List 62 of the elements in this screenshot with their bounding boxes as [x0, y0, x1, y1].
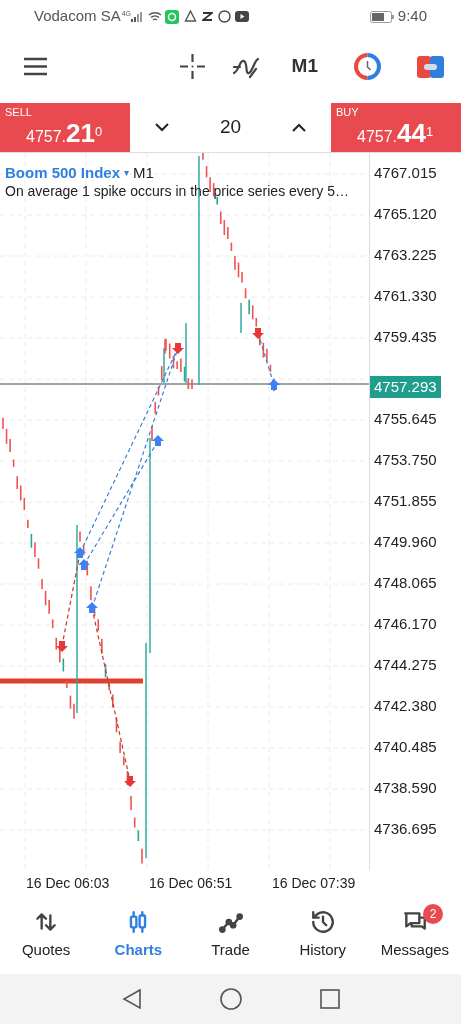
price-axis-label: 4755.645 [374, 409, 437, 430]
signal-icon [131, 11, 144, 22]
buy-arrow-icon [86, 602, 98, 613]
clock-time: 9:40 [397, 6, 427, 27]
unread-badge: 2 [423, 904, 443, 924]
nav-tab[interactable]: Messages 2 [368, 896, 461, 974]
back-icon[interactable] [121, 988, 142, 1010]
price-axis-label: 4767.015 [374, 163, 437, 184]
battery-icon [369, 10, 394, 23]
caret-icon[interactable]: ▾ [124, 163, 130, 182]
timeframe-button[interactable]: M1 [291, 52, 318, 81]
sell-arrow-icon [252, 328, 264, 339]
price-axis-label: 4753.750 [374, 450, 437, 471]
toggle-icon[interactable] [417, 55, 444, 78]
sell-price: 4757.21$^{0}$ [25, 118, 104, 150]
sell-arrow-icon [172, 343, 184, 354]
buy-label: BUY [336, 106, 360, 118]
nav-tab[interactable]: Trade [184, 896, 277, 974]
price-axis-label: 4749.960 [374, 532, 437, 553]
chevron-down-icon[interactable] [155, 123, 170, 132]
price-axis-label: 4740.485 [374, 737, 437, 758]
buy-price: 4757.44$^{1}$ [356, 118, 435, 150]
volume-value[interactable]: 20 [219, 113, 242, 142]
history-icon [309, 908, 336, 935]
sell-label: SELL [5, 106, 33, 118]
video-icon [235, 11, 250, 22]
buy-price-panel[interactable]: BUY 4757.44$^{1}$ [331, 103, 461, 152]
time-axis-label: 16 Dec 06:51 [149, 875, 233, 891]
clock-icon[interactable] [354, 53, 381, 80]
chevron-up-icon[interactable] [291, 123, 306, 132]
buy-arrow-icon [268, 379, 280, 390]
price-axis-label: 4736.695 [374, 819, 437, 840]
sell-arrow-icon [56, 641, 68, 652]
carrier-name: Vodacom SA [34, 6, 121, 27]
price-axis-label: 4759.435 [374, 327, 437, 348]
current-price-label: 4757.293 [370, 376, 441, 398]
price-axis-label: 4761.330 [374, 286, 437, 307]
menu-icon[interactable] [23, 57, 48, 76]
buy-arrow-icon [152, 435, 164, 446]
price-axis-label: 4765.120 [374, 204, 437, 225]
nav-tab[interactable]: Charts [92, 896, 185, 974]
wifi-icon [148, 11, 163, 22]
price-axis-label: 4738.590 [374, 778, 437, 799]
price-axis-label: 4748.065 [374, 573, 437, 594]
buy-arrow-icon [74, 547, 86, 558]
nav-tab[interactable]: Quotes [0, 896, 93, 974]
chart-timeframe: M1 [133, 163, 154, 182]
sell-arrow-icon [124, 776, 136, 787]
price-axis-label: 4742.380 [374, 696, 437, 717]
price-axis-label: 4763.225 [374, 245, 437, 266]
time-axis-label: 16 Dec 07:39 [272, 875, 356, 891]
time-axis-label: 16 Dec 06:03 [26, 875, 110, 891]
price-axis-label: 4751.855 [374, 491, 437, 512]
crosshair-icon[interactable] [178, 53, 206, 80]
sell-price-panel[interactable]: SELL 4757.21$^{0}$ [0, 103, 130, 152]
price-axis-label: 4746.170 [374, 614, 437, 635]
recents-icon[interactable] [319, 989, 340, 1009]
home-icon[interactable] [219, 988, 242, 1010]
nav-tab[interactable]: History [276, 896, 369, 974]
symbol-name[interactable]: Boom 500 Index [5, 163, 121, 182]
price-axis-label: 4744.275 [374, 655, 437, 676]
buy-arrow-icon [78, 559, 90, 570]
